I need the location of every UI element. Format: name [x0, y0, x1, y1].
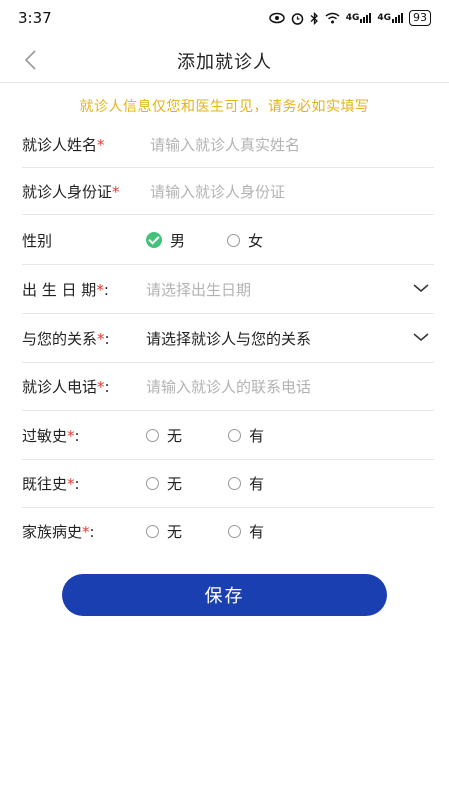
- gender-female-radio[interactable]: 女: [227, 230, 263, 251]
- relation-select[interactable]: 请选择就诊人与您的关系: [146, 328, 311, 349]
- alarm-icon: [291, 12, 303, 25]
- past-history-yes-radio[interactable]: 有: [228, 473, 264, 494]
- gender-male-radio[interactable]: 男: [146, 230, 185, 251]
- past-history-row: 既往史*: 无 有: [22, 459, 434, 508]
- back-arrow-icon: [24, 50, 36, 70]
- allergy-no-radio[interactable]: 无: [146, 425, 182, 446]
- past-history-label: 既往史*:: [22, 474, 80, 493]
- family-history-yes-radio[interactable]: 有: [228, 521, 264, 542]
- name-input[interactable]: 请输入就诊人真实姓名: [150, 134, 300, 155]
- nav-bar: 添加就诊人: [0, 40, 449, 83]
- phone-row: 就诊人电话*: 请输入就诊人的联系电话: [22, 362, 434, 411]
- name-label: 就诊人姓名*: [22, 135, 105, 154]
- checked-circle-icon: [146, 232, 162, 248]
- name-row: 就诊人姓名* 请输入就诊人真实姓名: [22, 121, 434, 168]
- radio-circle-icon: [227, 233, 241, 247]
- radio-circle-icon: [228, 524, 242, 538]
- gender-radio-group: 男 女: [146, 230, 263, 251]
- birth-row[interactable]: 出 生 日 期*: 请选择出生日期: [22, 265, 434, 314]
- chevron-down-icon: [413, 333, 429, 341]
- relation-label: 与您的关系*:: [22, 329, 110, 348]
- bluetooth-icon: [310, 11, 318, 25]
- phone-label: 就诊人电话*:: [22, 377, 110, 396]
- signal-icon: 4G: [346, 13, 372, 23]
- relation-row[interactable]: 与您的关系*: 请选择就诊人与您的关系: [22, 314, 434, 363]
- wifi-icon: [325, 12, 340, 24]
- birth-label: 出 生 日 期*:: [22, 280, 109, 299]
- gender-label: 性别: [22, 231, 53, 250]
- allergy-row: 过敏史*: 无 有: [22, 411, 434, 460]
- allergy-label: 过敏史*:: [22, 426, 80, 445]
- id-card-row: 就诊人身份证* 请输入就诊人身份证: [22, 168, 434, 215]
- privacy-notice: 就诊人信息仅您和医生可见，请务必如实填写: [79, 99, 370, 115]
- status-icons: 4G 4G 93: [268, 10, 431, 26]
- page-title: 添加就诊人: [177, 52, 272, 73]
- back-button[interactable]: [18, 48, 42, 72]
- signal-icon-2: 4G: [377, 13, 403, 23]
- radio-circle-icon: [228, 428, 242, 442]
- past-history-no-radio[interactable]: 无: [146, 473, 182, 494]
- id-card-label: 就诊人身份证*: [22, 182, 120, 201]
- past-history-radio-group: 无 有: [146, 473, 264, 494]
- allergy-radio-group: 无 有: [146, 425, 264, 446]
- birth-select[interactable]: 请选择出生日期: [146, 279, 251, 300]
- family-history-label: 家族病史*:: [22, 522, 95, 541]
- chevron-down-icon: [413, 284, 429, 292]
- gender-row: 性别 男 女: [22, 216, 434, 265]
- save-button[interactable]: 保存: [62, 574, 387, 616]
- radio-circle-icon: [146, 524, 159, 538]
- status-bar: 3:37 4G 4G 93: [0, 0, 449, 36]
- battery-icon: 93: [409, 10, 431, 26]
- radio-circle-icon: [228, 476, 242, 490]
- id-card-input[interactable]: 请输入就诊人身份证: [150, 181, 285, 202]
- radio-circle-icon: [146, 476, 159, 490]
- phone-input[interactable]: 请输入就诊人的联系电话: [146, 376, 311, 397]
- family-history-radio-group: 无 有: [146, 521, 264, 542]
- family-history-no-radio[interactable]: 无: [146, 521, 182, 542]
- allergy-yes-radio[interactable]: 有: [228, 425, 264, 446]
- eye-icon: [268, 12, 285, 24]
- status-time: 3:37: [18, 9, 52, 27]
- family-history-row: 家族病史*: 无 有: [22, 507, 434, 555]
- radio-circle-icon: [146, 428, 159, 442]
